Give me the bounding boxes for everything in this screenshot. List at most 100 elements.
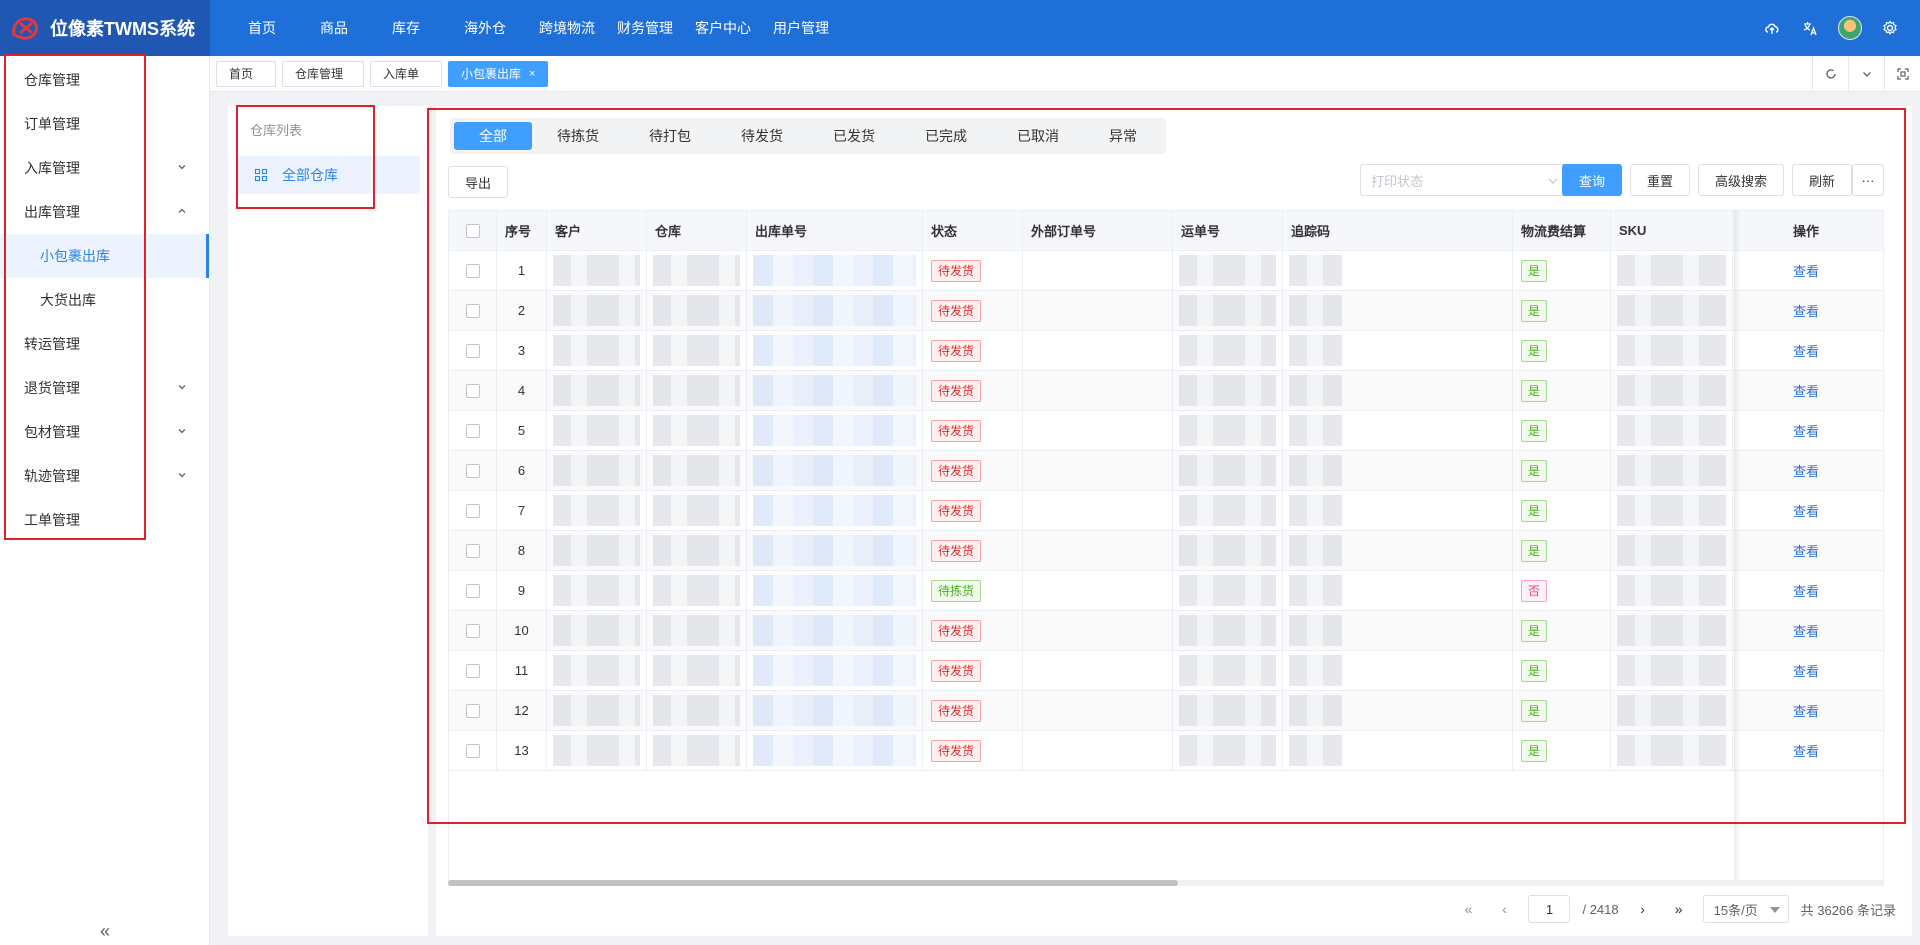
page-number-input[interactable]: 1: [1528, 895, 1571, 923]
external-order-cell: [1023, 451, 1173, 490]
cloud-upload-icon[interactable]: [1762, 18, 1782, 38]
table-row[interactable]: 6 待发货 是 查看: [449, 451, 1883, 491]
nav-overseas-warehouse[interactable]: 海外仓: [442, 0, 528, 56]
reset-button[interactable]: 重置: [1630, 164, 1690, 196]
row-checkbox[interactable]: [465, 463, 480, 478]
view-link[interactable]: 查看: [1793, 461, 1819, 480]
table-row[interactable]: 4 待发货 是 查看: [449, 371, 1883, 411]
sidebar-item-transfer[interactable]: 转运管理: [0, 322, 209, 366]
status-badge: 待发货: [931, 339, 982, 362]
nav-finance[interactable]: 财务管理: [606, 0, 684, 56]
view-link[interactable]: 查看: [1793, 501, 1819, 520]
sidebar-item-small-parcel-outbound[interactable]: 小包裹出库: [0, 234, 209, 278]
fullscreen-icon[interactable]: [1884, 56, 1920, 92]
nav-customer-center[interactable]: 客户中心: [684, 0, 762, 56]
status-tab-to-pick[interactable]: 待拣货: [532, 122, 624, 150]
more-button[interactable]: ···: [1852, 164, 1884, 196]
row-checkbox[interactable]: [465, 263, 480, 278]
sidebar-item-orders[interactable]: 订单管理: [0, 102, 209, 146]
table-row[interactable]: 10 待发货 是 查看: [449, 611, 1883, 651]
nav-home[interactable]: 首页: [226, 0, 298, 56]
row-checkbox[interactable]: [465, 503, 480, 518]
sidebar-item-tracking[interactable]: 轨迹管理: [0, 454, 209, 498]
select-all-checkbox[interactable]: [465, 223, 480, 238]
row-checkbox[interactable]: [465, 703, 480, 718]
row-checkbox[interactable]: [465, 303, 480, 318]
status-tab-completed[interactable]: 已完成: [900, 122, 992, 150]
translate-icon[interactable]: [1800, 18, 1820, 38]
tab-inbound-order[interactable]: 入库单: [370, 60, 442, 87]
sidebar-item-warehouse[interactable]: 仓库管理: [0, 58, 209, 102]
row-checkbox[interactable]: [465, 343, 480, 358]
view-link[interactable]: 查看: [1793, 261, 1819, 280]
status-tab-to-ship[interactable]: 待发货: [716, 122, 808, 150]
row-checkbox[interactable]: [465, 543, 480, 558]
next-page-icon[interactable]: ›: [1631, 901, 1655, 917]
scrollbar-thumb[interactable]: [448, 880, 1178, 886]
tab-home[interactable]: 首页: [216, 60, 276, 87]
tab-warehouse[interactable]: 仓库管理: [282, 60, 364, 87]
table-row[interactable]: 5 待发货 是 查看: [449, 411, 1883, 451]
view-link[interactable]: 查看: [1793, 421, 1819, 440]
sidebar-item-returns[interactable]: 退货管理: [0, 366, 209, 410]
table-row[interactable]: 1 待发货 是 查看: [449, 251, 1883, 291]
row-checkbox[interactable]: [465, 663, 480, 678]
table-row[interactable]: 2 待发货 是 查看: [449, 291, 1883, 331]
sidebar-item-outbound[interactable]: 出库管理: [0, 190, 209, 234]
view-link[interactable]: 查看: [1793, 341, 1819, 360]
prev-page-icon[interactable]: ‹: [1492, 901, 1516, 917]
row-checkbox[interactable]: [465, 423, 480, 438]
sidebar-item-work-orders[interactable]: 工单管理: [0, 498, 209, 542]
view-link[interactable]: 查看: [1793, 301, 1819, 320]
view-link[interactable]: 查看: [1793, 741, 1819, 760]
row-checkbox[interactable]: [465, 583, 480, 598]
table-row[interactable]: 13 待发货 是 查看: [449, 731, 1883, 771]
tab-small-parcel-outbound[interactable]: 小包裹出库 ×: [448, 60, 549, 87]
status-tab-to-pack[interactable]: 待打包: [624, 122, 716, 150]
print-status-select[interactable]: 打印状态: [1360, 164, 1570, 196]
brand[interactable]: 位像素TWMS系统: [0, 0, 210, 56]
sidebar-item-packaging[interactable]: 包材管理: [0, 410, 209, 454]
status-tab-shipped[interactable]: 已发货: [808, 122, 900, 150]
page-size-select[interactable]: 15条/页: [1702, 895, 1789, 923]
table-row[interactable]: 12 待发货 是 查看: [449, 691, 1883, 731]
table-row[interactable]: 8 待发货 是 查看: [449, 531, 1883, 571]
advanced-search-button[interactable]: 高级搜索: [1698, 164, 1784, 196]
table-row[interactable]: 9 待拣货 否 查看: [449, 571, 1883, 611]
nav-products[interactable]: 商品: [298, 0, 370, 56]
nav-inventory[interactable]: 库存: [370, 0, 442, 56]
status-tab-cancelled[interactable]: 已取消: [992, 122, 1084, 150]
refresh-tab-icon[interactable]: [1812, 56, 1848, 92]
chevron-down-icon[interactable]: [1848, 56, 1884, 92]
status-tab-exception[interactable]: 异常: [1084, 122, 1162, 150]
warehouse-item-all[interactable]: 全部仓库: [236, 156, 420, 194]
nav-user-management[interactable]: 用户管理: [762, 0, 840, 56]
table-row[interactable]: 11 待发货 是 查看: [449, 651, 1883, 691]
row-checkbox[interactable]: [465, 383, 480, 398]
table-row[interactable]: 3 待发货 是 查看: [449, 331, 1883, 371]
nav-cross-border-logistics[interactable]: 跨境物流: [528, 0, 606, 56]
table-row[interactable]: 7 待发货 是 查看: [449, 491, 1883, 531]
view-link[interactable]: 查看: [1793, 541, 1819, 560]
avatar[interactable]: [1838, 16, 1862, 40]
horizontal-scrollbar[interactable]: [448, 880, 1884, 886]
query-button[interactable]: 查询: [1562, 164, 1622, 196]
last-page-icon[interactable]: »: [1667, 901, 1691, 917]
first-page-icon[interactable]: «: [1456, 901, 1480, 917]
gear-icon[interactable]: [1880, 18, 1900, 38]
sidebar-item-inbound[interactable]: 入库管理: [0, 146, 209, 190]
view-link[interactable]: 查看: [1793, 581, 1819, 600]
row-select-cell: [449, 291, 497, 330]
sidebar-item-bulk-outbound[interactable]: 大货出库: [0, 278, 209, 322]
sidebar-collapse-button[interactable]: «: [95, 921, 115, 945]
status-tab-all[interactable]: 全部: [454, 122, 532, 150]
view-link[interactable]: 查看: [1793, 661, 1819, 680]
export-button[interactable]: 导出: [448, 166, 508, 198]
row-checkbox[interactable]: [465, 743, 480, 758]
view-link[interactable]: 查看: [1793, 621, 1819, 640]
refresh-button[interactable]: 刷新: [1792, 164, 1852, 196]
close-icon[interactable]: ×: [529, 68, 535, 80]
view-link[interactable]: 查看: [1793, 701, 1819, 720]
row-checkbox[interactable]: [465, 623, 480, 638]
view-link[interactable]: 查看: [1793, 381, 1819, 400]
